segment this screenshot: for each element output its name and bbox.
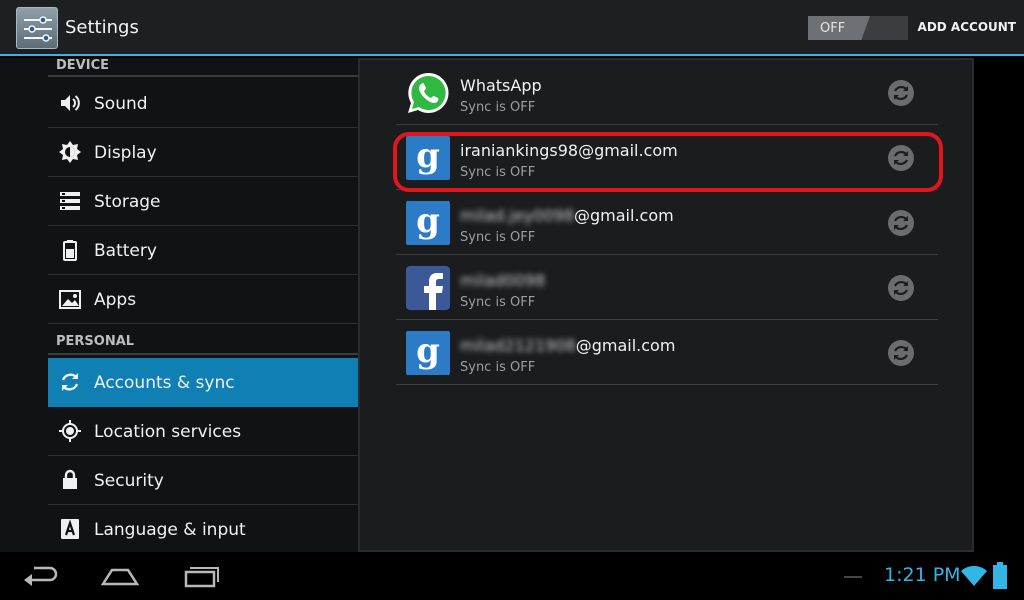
home-icon[interactable] <box>100 562 140 590</box>
sidebar-item-label: Display <box>94 143 157 163</box>
speaker-icon <box>61 95 80 111</box>
section-header-device: DEVICE <box>48 58 358 77</box>
sidebar-item-label: Security <box>94 471 164 491</box>
account-domain: @gmail.com <box>574 206 674 225</box>
sync-status-icon <box>888 80 914 106</box>
account-sync-status: Sync is OFF <box>460 295 536 310</box>
blurred-account-name: milad0098 <box>460 271 546 290</box>
recent-apps-icon[interactable] <box>182 562 220 590</box>
account-domain: @gmail.com <box>575 336 676 355</box>
page-title: Settings <box>65 17 139 38</box>
location-icon <box>59 420 81 442</box>
sidebar-item-display[interactable]: Display <box>48 128 358 177</box>
add-account-button[interactable]: ADD ACCOUNT <box>918 20 1016 34</box>
account-name: WhatsApp <box>460 76 542 95</box>
lock-icon <box>63 469 77 489</box>
back-icon[interactable] <box>22 562 60 590</box>
account-row-facebook[interactable]: milad0098 Sync is OFF <box>396 255 938 320</box>
status-divider <box>844 576 862 578</box>
wifi-icon <box>961 565 987 586</box>
account-sync-status: Sync is OFF <box>460 100 536 115</box>
sidebar-item-label: Apps <box>94 290 137 310</box>
account-name: milad2121908@gmail.com <box>460 336 675 355</box>
keyboard-icon <box>61 519 79 539</box>
storage-icon <box>60 192 80 210</box>
sidebar-item-sound[interactable]: Sound <box>48 79 358 128</box>
sidebar-item-label: Storage <box>94 192 161 212</box>
status-clock: 1:21 PM <box>884 564 961 586</box>
system-navigation-bar: 1:21 PM <box>0 552 1024 600</box>
account-row-whatsapp[interactable]: WhatsApp Sync is OFF <box>396 60 938 125</box>
account-sync-status: Sync is OFF <box>460 360 536 375</box>
sync-icon <box>61 373 79 391</box>
toggle-label: OFF <box>820 21 846 36</box>
battery-status-icon <box>993 562 1007 589</box>
highlight-annotation-ring <box>393 132 943 192</box>
sidebar-item-location-services[interactable]: Location services <box>48 407 358 456</box>
section-header-personal: PERSONAL <box>48 334 358 355</box>
blurred-account-name: milad.jey0098 <box>460 206 574 225</box>
sidebar-item-label: Sound <box>94 94 148 114</box>
battery-icon <box>63 240 77 261</box>
sync-status-icon <box>888 275 914 301</box>
sidebar-item-label: Accounts & sync <box>94 373 235 393</box>
facebook-icon <box>406 266 450 310</box>
account-sync-status: Sync is OFF <box>460 230 536 245</box>
account-row-google-3[interactable]: g milad2121908@gmail.com Sync is OFF <box>396 320 938 385</box>
sidebar-item-storage[interactable]: Storage <box>48 177 358 226</box>
sidebar-item-label: Battery <box>94 241 157 261</box>
sidebar-item-label: Location services <box>94 422 242 442</box>
sidebar-item-label: Language & input <box>94 520 246 540</box>
apps-icon <box>59 290 81 309</box>
blurred-account-name: milad2121908 <box>460 336 576 355</box>
account-name: milad0098 <box>460 271 545 290</box>
account-row-google-2[interactable]: g milad.jey0098@gmail.com Sync is OFF <box>396 190 938 255</box>
sync-status-icon <box>888 210 914 236</box>
sidebar-item-security[interactable]: Security <box>48 456 358 505</box>
google-icon: g <box>406 331 450 375</box>
sidebar-item-accounts-sync[interactable]: Accounts & sync <box>48 358 358 407</box>
accounts-sync-toggle[interactable]: OFF <box>808 16 908 40</box>
action-bar: Settings OFF ADD ACCOUNT <box>0 0 1024 56</box>
settings-app-icon[interactable] <box>16 7 58 49</box>
sidebar-item-apps[interactable]: Apps <box>48 275 358 324</box>
settings-sidebar: DEVICE Sound Display Storage Battery App… <box>0 58 358 552</box>
google-icon: g <box>406 201 450 245</box>
brightness-icon <box>59 141 81 163</box>
sidebar-item-battery[interactable]: Battery <box>48 226 358 275</box>
whatsapp-icon <box>408 72 449 113</box>
sidebar-item-language-input[interactable]: Language & input <box>48 505 358 554</box>
account-name: milad.jey0098@gmail.com <box>460 206 674 225</box>
sync-status-icon <box>888 340 914 366</box>
